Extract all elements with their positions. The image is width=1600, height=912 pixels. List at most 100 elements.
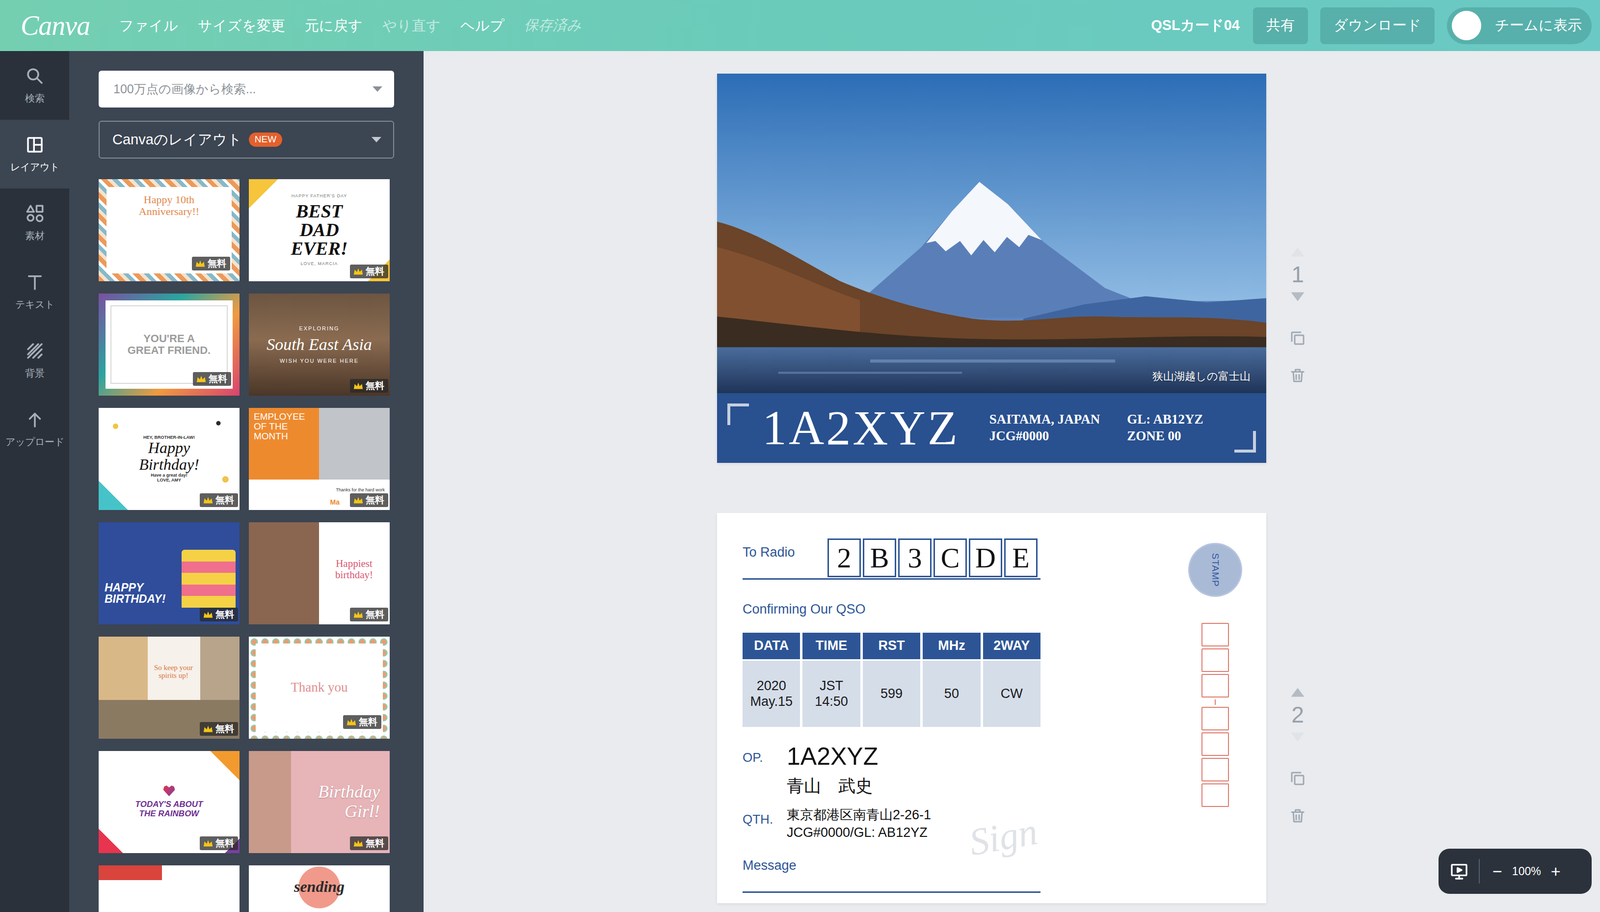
template-thumbnail[interactable]: TODAY'S ABOUTTHE RAINBOW無料 [98,750,240,854]
crown-icon [202,495,214,505]
template-thumbnail[interactable]: Happy 10thAnniversary!!無料 [98,179,240,282]
move-down-icon[interactable] [1290,731,1306,743]
confirm-label[interactable]: Confirming Our QSO [742,599,1041,620]
dropdown-arrow-icon[interactable] [372,86,383,92]
callsign-box[interactable]: B [862,538,897,578]
table-cell: 50 [922,660,981,727]
crown-icon [352,381,364,391]
callsign-box[interactable]: D [968,538,1003,578]
message-label[interactable]: Message [742,855,1041,893]
copy-icon[interactable] [1288,329,1307,347]
template-line: Ma [330,498,340,507]
move-up-icon[interactable] [1290,246,1306,258]
zoom-level[interactable]: 100% [1512,862,1542,880]
page-controls: 2 [1288,687,1307,904]
menu-item[interactable]: やり直す [382,17,441,35]
template-line: Thank you [290,680,348,695]
rail-item[interactable]: テキスト [0,257,70,326]
document-title[interactable]: QSLカード04 [1150,14,1240,37]
template-thumbnail[interactable]: Thank you 無料 [248,636,390,739]
move-down-icon[interactable] [1290,291,1306,302]
template-thumbnail[interactable]: EXPLORINGSouth East AsiaWISH YOU WERE HE… [248,293,390,396]
postal-box[interactable] [1201,648,1229,672]
template-thumbnail[interactable]: YOU'RE AGREAT FRIEND.無料 [98,293,240,396]
trash-icon[interactable] [1288,366,1307,385]
photo-frame: 狭山湖越しの富士山 [717,73,1267,394]
qth-label[interactable]: QTH. [742,805,787,829]
postal-box[interactable] [1201,783,1229,807]
op-label[interactable]: OP. [742,744,787,768]
op-callsign[interactable]: 1A2XYZ [786,744,1041,769]
rail-item[interactable]: アップロード [0,394,70,464]
template-line: WISH YOU WERE HERE [279,357,359,364]
rail-item[interactable]: レイアウト [0,119,70,189]
template-thumbnail[interactable]: sending [248,865,390,912]
crown-icon [202,724,214,734]
cell-line: 14:50 [814,693,849,710]
menu-item[interactable]: ファイル [119,17,179,35]
qsl-back-page[interactable]: To Radio2B3CDE Confirming Our QSO DATATIME… [717,512,1267,904]
station-grid[interactable]: GL: AB12YZZONE 00 [1126,411,1203,445]
side-rail: 検索レイアウト素材テキスト背景アップロード [0,51,70,912]
stamp-column: STAMP [1189,512,1241,904]
template-thumbnail[interactable]: BirthdayGirl!無料 [248,750,390,854]
stamp-mark[interactable]: STAMP [1189,544,1241,596]
postal-box[interactable] [1201,757,1229,782]
postal-box[interactable] [1201,706,1229,731]
menu-item[interactable]: ヘルプ [460,17,505,35]
trash-icon[interactable] [1288,806,1307,825]
qsl-front-page[interactable]: 狭山湖越しの富士山 1A2XYZ SAITAMA, JAPANJCG#0000 GL:… [717,73,1267,463]
rail-item[interactable]: 背景 [0,325,70,395]
zoom-out-button[interactable]: − [1489,862,1506,880]
move-up-icon[interactable] [1290,687,1306,698]
free-badge: 無料 [343,715,382,730]
rail-label: 素材 [25,229,45,242]
postal-box[interactable] [1201,732,1229,756]
toggle-knob[interactable] [1451,10,1482,41]
callsign[interactable]: 1A2XYZ [762,403,960,453]
table-cell: CW [983,660,1041,727]
template-thumbnail[interactable]: HEY, BROTHER-IN-LAW!HappyBirthday!Have a… [98,407,240,510]
template-thumbnail[interactable]: So keep yourspirits up!無料 [98,636,240,739]
op-name[interactable]: 青山 武史 [786,775,1041,797]
rail-item[interactable]: 検索 [0,51,70,120]
toggle-label: チームに表示 [1494,14,1582,37]
template-line: HAPPY FATHER'S DAY [291,193,348,199]
corner-bracket-icon [727,403,749,426]
postal-dash [1214,699,1216,705]
station-location[interactable]: SAITAMA, JAPANJCG#0000 [989,411,1101,445]
share-button[interactable]: 共有 [1253,7,1308,45]
photo-caption[interactable]: 狭山湖越しの富士山 [1152,368,1251,385]
team-toggle[interactable]: チームに表示 [1446,7,1592,45]
menu-item[interactable]: 元に戻す [304,17,363,35]
sign-watermark[interactable]: Sign [966,812,1041,862]
template-thumbnail[interactable] [98,865,240,912]
copy-icon[interactable] [1288,769,1307,788]
template-line: Happy [148,439,190,457]
template-thumbnail[interactable]: EMPLOYEEOF THEMONTHThanks for the hard w… [248,407,390,510]
postal-box[interactable] [1201,673,1229,698]
postal-box[interactable] [1201,622,1229,647]
rail-item[interactable]: 素材 [0,188,70,258]
callsign-box[interactable]: E [1004,538,1038,578]
qso-table[interactable]: DATATIMERSTMHz2WAY2020May.15JST14:505995… [742,632,1041,727]
to-radio-label[interactable]: To Radio [742,538,828,563]
template-thumbnail[interactable]: Happiestbirthday!無料 [248,522,390,625]
callsign-box[interactable]: 2 [827,538,861,578]
template-thumbnail[interactable]: HAPPYBIRTHDAY!無料 [98,522,240,625]
fuji-photo[interactable] [717,73,1267,394]
layout-dropdown[interactable]: CanvaのレイアウトNEW [98,120,395,159]
callsign-box[interactable]: C [933,538,967,578]
postal-code-boxes[interactable] [1201,622,1229,809]
free-badge: 無料 [349,493,389,508]
present-icon[interactable] [1449,861,1469,881]
free-badge: 無料 [349,836,389,851]
zoom-in-button[interactable]: + [1547,862,1564,880]
menu-item[interactable]: サイズを変更 [197,17,286,35]
callsign-box[interactable]: 3 [898,538,932,578]
canva-logo[interactable]: Canva [20,11,90,40]
free-label: 無料 [365,493,385,508]
search-input[interactable] [112,79,373,100]
template-thumbnail[interactable]: HAPPY FATHER'S DAYBESTDADEVER!LOVE, MARC… [248,179,390,282]
download-button[interactable]: ダウンロード [1320,7,1435,45]
